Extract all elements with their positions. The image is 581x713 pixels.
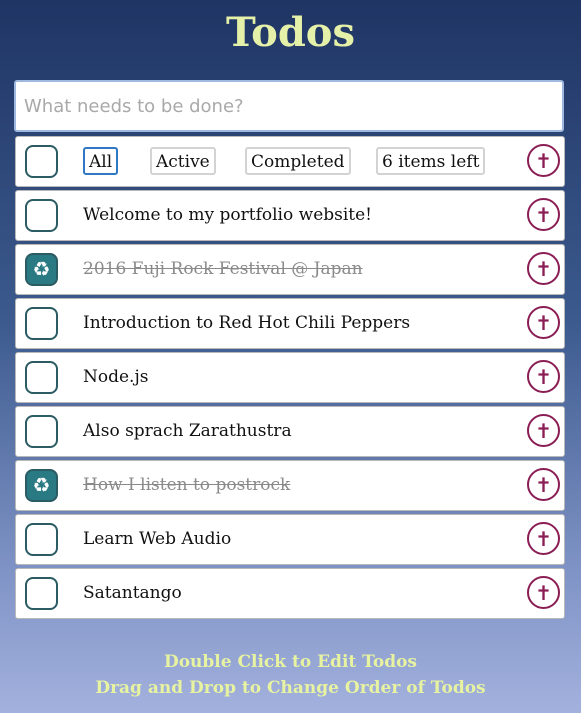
recycle-icon: ♻ <box>32 257 51 281</box>
clear-completed-button[interactable]: ✝ <box>527 144 560 177</box>
cross-icon: ✝ <box>535 257 552 281</box>
todo-label[interactable]: Introduction to Red Hot Chili Peppers <box>83 299 410 348</box>
todo-checkbox[interactable]: ♻ <box>25 253 58 286</box>
delete-button[interactable]: ✝ <box>527 360 560 393</box>
filter-active[interactable]: Active <box>150 147 216 175</box>
delete-button[interactable]: ✝ <box>527 198 560 231</box>
todo-checkbox[interactable]: ♻ <box>25 469 58 502</box>
todo-label[interactable]: Node.js <box>83 353 148 402</box>
filter-completed[interactable]: Completed <box>245 147 351 175</box>
todo-label[interactable]: Welcome to my portfolio website! <box>83 191 372 240</box>
todo-item[interactable]: ♻ 2016 Fuji Rock Festival @ Japan ✝ <box>15 244 565 295</box>
todo-checkbox[interactable] <box>25 577 58 610</box>
footer-hint-edit: Double Click to Edit Todos <box>163 652 418 672</box>
items-left-count: 6 items left <box>376 147 486 175</box>
todo-item[interactable]: Welcome to my portfolio website! ✝ <box>15 190 565 241</box>
delete-button[interactable]: ✝ <box>527 522 560 555</box>
app-title: Todos <box>225 9 356 56</box>
cross-icon: ✝ <box>535 311 552 335</box>
todo-label[interactable]: How I listen to postrock <box>83 461 290 510</box>
cross-icon: ✝ <box>535 149 552 173</box>
delete-button[interactable]: ✝ <box>527 468 560 501</box>
filter-all[interactable]: All <box>83 147 119 175</box>
todo-checkbox[interactable] <box>25 523 58 556</box>
cross-icon: ✝ <box>535 365 552 389</box>
cross-icon: ✝ <box>535 581 552 605</box>
todo-item[interactable]: Learn Web Audio ✝ <box>15 514 565 565</box>
todo-checkbox[interactable] <box>25 415 58 448</box>
todo-item[interactable]: ♻ How I listen to postrock ✝ <box>15 460 565 511</box>
footer-hint-drag: Drag and Drop to Change Order of Todos <box>95 678 486 698</box>
delete-button[interactable]: ✝ <box>527 576 560 609</box>
todo-label[interactable]: Also sprach Zarathustra <box>83 407 292 456</box>
new-todo-input[interactable] <box>14 80 564 132</box>
todo-item[interactable]: Satantango ✝ <box>15 568 565 619</box>
todo-label[interactable]: Learn Web Audio <box>83 515 231 564</box>
delete-button[interactable]: ✝ <box>527 252 560 285</box>
cross-icon: ✝ <box>535 473 552 497</box>
todo-item[interactable]: Also sprach Zarathustra ✝ <box>15 406 565 457</box>
delete-button[interactable]: ✝ <box>527 414 560 447</box>
todo-checkbox[interactable] <box>25 199 58 232</box>
todo-item[interactable]: Introduction to Red Hot Chili Peppers ✝ <box>15 298 565 349</box>
todo-label[interactable]: 2016 Fuji Rock Festival @ Japan <box>83 245 363 294</box>
cross-icon: ✝ <box>535 203 552 227</box>
todo-item[interactable]: Node.js ✝ <box>15 352 565 403</box>
toolbar: All Active Completed 6 items left ✝ <box>15 136 565 187</box>
cross-icon: ✝ <box>535 527 552 551</box>
cross-icon: ✝ <box>535 419 552 443</box>
todo-checkbox[interactable] <box>25 361 58 394</box>
todo-label[interactable]: Satantango <box>83 569 182 618</box>
todo-checkbox[interactable] <box>25 307 58 340</box>
toggle-all-checkbox[interactable] <box>25 145 58 178</box>
recycle-icon: ♻ <box>32 473 51 497</box>
delete-button[interactable]: ✝ <box>527 306 560 339</box>
